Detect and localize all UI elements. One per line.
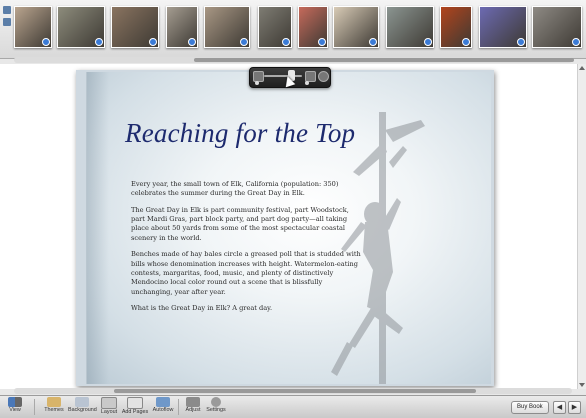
hud-indicator-icon — [305, 81, 309, 85]
background-label: Background — [68, 407, 97, 413]
adjust-button[interactable]: Adjust — [183, 397, 203, 414]
layout-label: Layout — [100, 409, 118, 415]
photo-thumbnail-man-standing[interactable] — [258, 6, 292, 48]
autoflow-button[interactable]: Autoflow — [151, 397, 175, 414]
photo-browser-scrollbar[interactable] — [14, 57, 574, 63]
page-body-text[interactable]: Every year, the small town of Elk, Calif… — [131, 180, 363, 320]
layout-button[interactable]: Layout — [99, 397, 119, 416]
used-photo-check-icon — [462, 38, 470, 46]
body-paragraph[interactable]: Every year, the small town of Elk, Calif… — [131, 180, 363, 199]
themes-button[interactable]: Themes — [42, 397, 66, 414]
book-canvas: Reaching for the Top Every year, the sma… — [0, 64, 586, 389]
small-photo-icon[interactable] — [253, 71, 264, 82]
view-button[interactable]: View — [4, 397, 26, 414]
background-icon — [75, 397, 89, 407]
photo-thumbnail-kids-pony[interactable] — [111, 6, 159, 48]
used-photo-check-icon — [149, 38, 157, 46]
used-photo-check-icon — [318, 38, 326, 46]
photo-thumbnail-coastline[interactable] — [386, 6, 434, 48]
used-photo-check-icon — [95, 38, 103, 46]
bottom-toolbar: View Themes Background Layout Add Pages … — [0, 395, 586, 418]
scroll-up-icon[interactable] — [579, 66, 585, 70]
used-photo-check-icon — [424, 38, 432, 46]
gear-icon — [211, 397, 221, 407]
settings-label: Settings — [206, 407, 226, 413]
previous-page-button[interactable]: ◀ — [553, 401, 566, 414]
photo-browser — [0, 0, 586, 59]
themes-icon — [47, 397, 61, 407]
scrollbar-thumb[interactable] — [194, 58, 574, 62]
used-photo-check-icon — [517, 38, 525, 46]
hud-indicator-icon — [255, 81, 259, 85]
scrollbar-thumb[interactable] — [114, 389, 476, 393]
view-icon — [8, 397, 22, 407]
adjust-label: Adjust — [185, 407, 201, 413]
photo-thumbnail-peace-sign[interactable] — [532, 6, 582, 48]
used-photo-check-icon — [282, 38, 290, 46]
next-page-button[interactable]: ▶ — [568, 401, 581, 414]
grid-icon[interactable] — [3, 6, 11, 14]
themes-label: Themes — [44, 407, 64, 413]
used-photo-check-icon — [369, 38, 377, 46]
used-photo-check-icon — [188, 38, 196, 46]
body-paragraph[interactable]: What is the Great Day in Elk? A great da… — [131, 304, 363, 313]
buy-book-button[interactable]: Buy Book — [511, 401, 549, 414]
autoflow-icon — [156, 397, 170, 407]
add-pages-button[interactable]: Add Pages — [121, 397, 149, 416]
used-photo-check-icon — [572, 38, 580, 46]
photo-thumbnail-group-snapshot[interactable] — [14, 6, 52, 48]
photo-thumbnail-girl-watermelon[interactable] — [298, 6, 328, 48]
used-photo-check-icon — [240, 38, 248, 46]
browser-mode-icons[interactable] — [2, 2, 12, 56]
view-label: View — [9, 407, 21, 413]
photo-thumbnail-poppies[interactable] — [440, 6, 472, 48]
hand-tool-icon[interactable] — [318, 71, 329, 82]
body-paragraph[interactable]: Benches made of hay bales circle a greas… — [131, 250, 363, 297]
toolbar-divider — [34, 399, 35, 415]
photo-thumbnail-plate-of-food[interactable] — [333, 6, 379, 48]
add-pages-label: Add Pages — [121, 409, 149, 415]
canvas-vertical-scrollbar[interactable] — [577, 64, 586, 389]
add-pages-icon — [127, 397, 143, 409]
adjust-icon — [186, 397, 200, 407]
toolbar-divider — [178, 399, 179, 415]
page-title[interactable]: Reaching for the Top — [125, 118, 355, 149]
background-button[interactable]: Background — [68, 397, 97, 414]
settings-button[interactable]: Settings — [205, 397, 227, 414]
used-photo-check-icon — [42, 38, 50, 46]
photo-thumbnail-purple-flowers[interactable] — [479, 6, 527, 48]
book-page[interactable]: Reaching for the Top Every year, the sma… — [86, 72, 491, 384]
photo-thumbnail-dog[interactable] — [166, 6, 198, 48]
autoflow-label: Autoflow — [152, 407, 174, 413]
layout-icon — [101, 397, 117, 409]
scroll-down-icon[interactable] — [579, 383, 585, 387]
events-icon[interactable] — [3, 18, 11, 26]
photo-thumbnail-outdoor-group[interactable] — [57, 6, 105, 48]
photo-thumbnail-cowboy-hat-man[interactable] — [204, 6, 250, 48]
body-paragraph[interactable]: The Great Day in Elk is part community f… — [131, 206, 363, 243]
page-gutter — [87, 72, 109, 384]
page-scrollbar[interactable] — [14, 388, 572, 394]
